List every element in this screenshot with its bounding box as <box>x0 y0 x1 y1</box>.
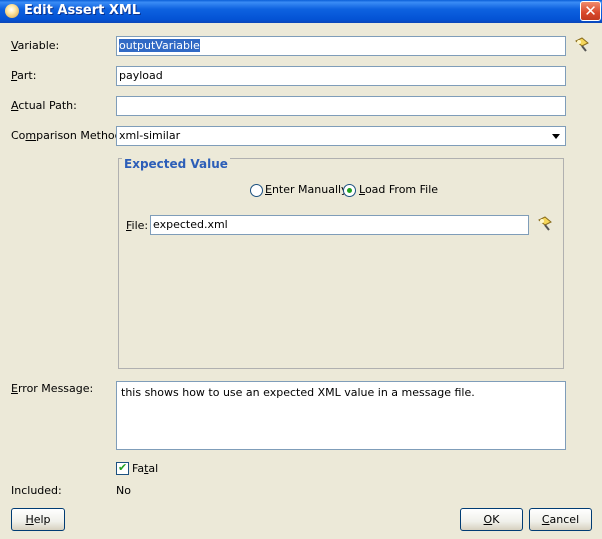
comparison-method-select[interactable]: xml-similar <box>116 126 566 146</box>
fatal-label[interactable]: Fatal <box>132 462 158 476</box>
cancel-button[interactable]: Cancel <box>529 508 592 531</box>
ok-button[interactable]: OK <box>460 508 523 531</box>
file-input[interactable]: expected.xml <box>150 215 529 235</box>
variable-value: outputVariable <box>119 39 200 52</box>
expected-value-legend: Expected Value <box>122 157 230 171</box>
flashlight-browse-icon[interactable] <box>573 37 591 53</box>
variable-input[interactable]: outputVariable <box>116 36 566 56</box>
enter-manually-label[interactable]: Enter Manually <box>265 183 348 197</box>
enter-manually-radio[interactable] <box>250 184 263 197</box>
file-label: File: <box>126 219 149 232</box>
chevron-down-icon[interactable] <box>550 129 563 143</box>
title-bar[interactable]: Edit Assert XML ✕ <box>0 0 602 23</box>
included-label: Included: <box>11 484 62 497</box>
part-input[interactable]: payload <box>116 66 566 86</box>
variable-label: Variable: <box>11 39 60 52</box>
error-message-label: Error Message: <box>11 382 94 395</box>
load-from-file-radio[interactable] <box>343 184 356 197</box>
close-icon: ✕ <box>584 2 597 20</box>
close-button[interactable]: ✕ <box>580 1 601 21</box>
actual-path-label: Actual Path: <box>11 99 77 112</box>
app-icon <box>5 4 19 18</box>
help-button[interactable]: Help <box>11 508 65 531</box>
flashlight-browse-icon[interactable] <box>536 216 554 232</box>
included-value: No <box>116 484 131 497</box>
window-title: Edit Assert XML <box>24 3 141 18</box>
comparison-method-label: Comparison Method: <box>11 129 126 142</box>
comparison-method-value: xml-similar <box>119 129 181 142</box>
load-from-file-label[interactable]: Load From File <box>359 183 438 197</box>
part-label: Part: <box>11 69 37 82</box>
fatal-checkbox[interactable]: ✔ <box>116 461 129 475</box>
checkmark-icon: ✔ <box>118 461 128 474</box>
error-message-textarea[interactable]: this shows how to use an expected XML va… <box>116 381 566 450</box>
actual-path-input[interactable] <box>116 96 566 116</box>
